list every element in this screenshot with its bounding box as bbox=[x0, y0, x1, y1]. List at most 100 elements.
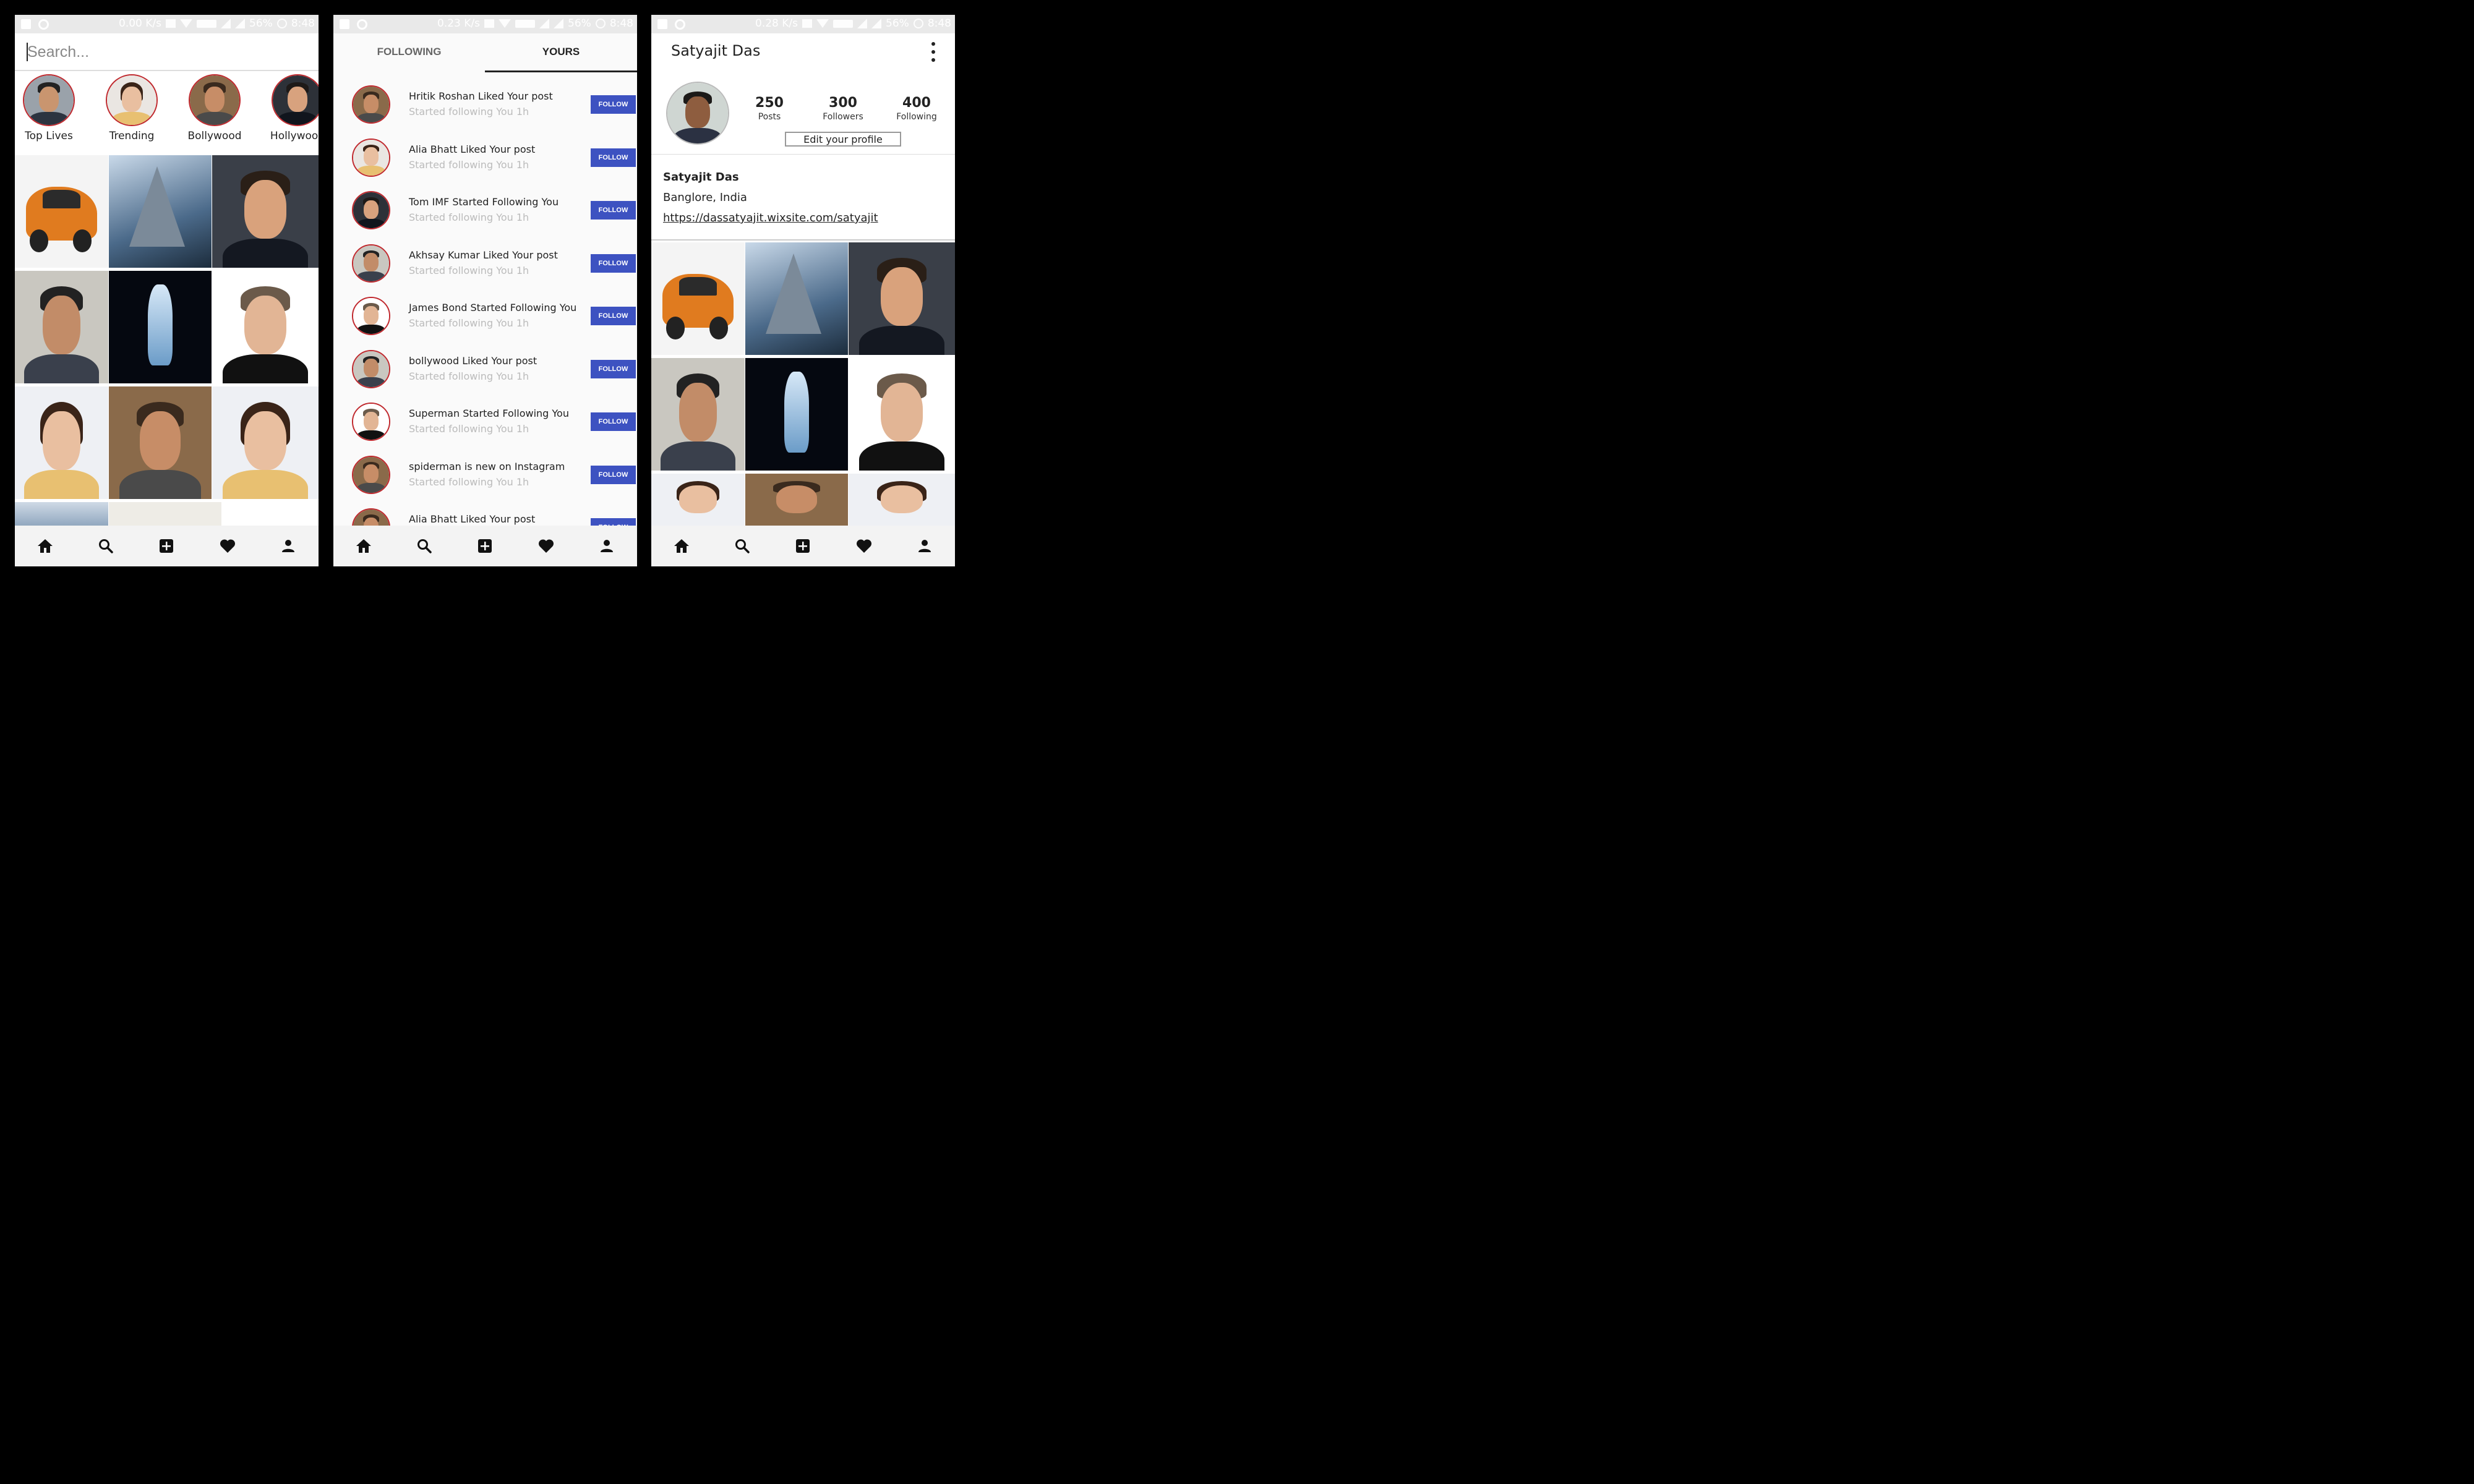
story-bollywood[interactable]: Bollywood bbox=[178, 74, 252, 142]
search-icon[interactable] bbox=[93, 534, 118, 558]
bottom-nav bbox=[333, 526, 637, 566]
follow-button[interactable]: FOLLOW bbox=[591, 95, 636, 114]
volte-icon bbox=[197, 19, 217, 28]
clock: 8:48 bbox=[609, 17, 633, 30]
grid-photo[interactable] bbox=[15, 155, 108, 268]
notification-item[interactable]: Alia Bhatt Liked Your post FOLLOW bbox=[333, 500, 637, 526]
story-avatar bbox=[189, 74, 241, 126]
bio-link[interactable]: https://dassatyajit.wixsite.com/satyajit bbox=[663, 211, 878, 224]
follow-button[interactable]: FOLLOW bbox=[591, 518, 636, 526]
posts-stat[interactable]: 250 Posts bbox=[735, 95, 803, 122]
notification-avatar[interactable] bbox=[352, 349, 390, 388]
notification-avatar[interactable] bbox=[352, 297, 390, 335]
follow-button[interactable]: FOLLOW bbox=[591, 359, 636, 378]
notification-item[interactable]: Akhsay Kumar Liked Your post Started foll… bbox=[333, 236, 637, 289]
grid-photo[interactable] bbox=[849, 242, 955, 355]
image-notification-icon bbox=[340, 19, 349, 29]
follow-button[interactable]: FOLLOW bbox=[591, 307, 636, 325]
notification-avatar[interactable] bbox=[352, 138, 390, 177]
grid-photo[interactable] bbox=[651, 474, 745, 527]
follow-button[interactable]: FOLLOW bbox=[591, 201, 636, 220]
grid-photo[interactable] bbox=[745, 242, 848, 355]
heart-icon[interactable] bbox=[215, 534, 240, 558]
grid-photo[interactable] bbox=[849, 474, 955, 527]
profile-icon[interactable] bbox=[912, 534, 937, 558]
wifi-icon bbox=[816, 19, 829, 28]
grid-photo[interactable] bbox=[212, 271, 319, 383]
follow-button[interactable]: FOLLOW bbox=[591, 148, 636, 167]
grid-photo[interactable] bbox=[15, 386, 108, 499]
notification-item[interactable]: bollywood Liked Your post Started followi… bbox=[333, 341, 637, 394]
grid-photo[interactable] bbox=[109, 155, 212, 268]
grid-photo[interactable] bbox=[745, 358, 848, 471]
grid-photo[interactable] bbox=[849, 358, 955, 471]
notification-title: Tom IMF Started Following You bbox=[409, 196, 559, 208]
add-icon[interactable] bbox=[473, 534, 497, 558]
profile-icon[interactable] bbox=[594, 534, 619, 558]
notification-avatar[interactable] bbox=[352, 244, 390, 283]
follow-button[interactable]: FOLLOW bbox=[591, 465, 636, 484]
follow-button[interactable]: FOLLOW bbox=[591, 412, 636, 431]
add-icon[interactable] bbox=[790, 534, 815, 558]
story-label: Hollywood bbox=[270, 130, 319, 142]
followers-stat[interactable]: 300 Followers bbox=[809, 95, 877, 122]
posts-label: Posts bbox=[758, 112, 781, 122]
grid-photo[interactable] bbox=[212, 155, 319, 268]
add-icon[interactable] bbox=[154, 534, 179, 558]
grid-photo[interactable] bbox=[651, 242, 745, 355]
stories-row: Top Lives Trending Bollywood Hollywood bbox=[15, 74, 319, 155]
edit-profile-button[interactable]: Edit your profile bbox=[785, 132, 901, 147]
grid-photo[interactable] bbox=[109, 502, 221, 527]
grid-photo[interactable] bbox=[212, 386, 319, 499]
more-options-icon[interactable] bbox=[930, 42, 936, 62]
heart-icon[interactable] bbox=[852, 534, 876, 558]
activity-tabs: FOLLOWING YOURS bbox=[333, 33, 637, 72]
notification-avatar[interactable] bbox=[352, 191, 390, 229]
bio-location: Banglore, India bbox=[663, 191, 747, 204]
notification-item[interactable]: James Bond Started Following You Started … bbox=[333, 288, 637, 341]
search-icon[interactable] bbox=[730, 534, 755, 558]
profile-title: Satyajit Das bbox=[671, 42, 761, 59]
notification-item[interactable]: Alia Bhatt Liked Your post Started follow… bbox=[333, 130, 637, 183]
explore-screen: 0.00 K/s 56% 8:48 Top Lives Trending bbox=[15, 15, 319, 566]
notification-avatar[interactable] bbox=[352, 403, 390, 441]
grid-photo[interactable] bbox=[15, 271, 108, 383]
story-top-lives[interactable]: Top Lives bbox=[15, 74, 86, 142]
sync-icon bbox=[38, 19, 49, 30]
following-stat[interactable]: 400 Following bbox=[883, 95, 951, 122]
notification-item[interactable]: Tom IMF Started Following You Started fol… bbox=[333, 182, 637, 236]
notification-subtitle: Started following You 1h bbox=[409, 158, 529, 171]
avatar[interactable] bbox=[666, 82, 729, 145]
notification-item[interactable]: Hritik Roshan Liked Your post Started fol… bbox=[333, 77, 637, 130]
notification-avatar[interactable] bbox=[352, 508, 390, 526]
following-label: Following bbox=[896, 112, 937, 122]
home-icon[interactable] bbox=[351, 534, 376, 558]
home-icon[interactable] bbox=[669, 534, 694, 558]
home-icon[interactable] bbox=[33, 534, 58, 558]
signal-icon bbox=[235, 19, 246, 28]
grid-photo[interactable] bbox=[651, 358, 745, 471]
volte-icon bbox=[515, 19, 536, 28]
profile-icon[interactable] bbox=[276, 534, 301, 558]
story-avatar bbox=[272, 74, 319, 126]
tab-following[interactable]: FOLLOWING bbox=[333, 33, 485, 70]
grid-photo[interactable] bbox=[109, 271, 212, 383]
bottom-nav bbox=[15, 526, 319, 566]
tab-yours[interactable]: YOURS bbox=[485, 33, 637, 72]
notification-item[interactable]: Superman Started Following You Started fo… bbox=[333, 394, 637, 447]
story-avatar bbox=[23, 74, 75, 126]
notification-avatar[interactable] bbox=[352, 85, 390, 124]
search-icon[interactable] bbox=[412, 534, 437, 558]
grid-photo[interactable] bbox=[15, 502, 108, 527]
follow-button[interactable]: FOLLOW bbox=[591, 254, 636, 273]
grid-photo[interactable] bbox=[109, 386, 212, 499]
search-input[interactable] bbox=[27, 40, 275, 64]
notification-avatar[interactable] bbox=[352, 455, 390, 494]
story-trending[interactable]: Trending bbox=[95, 74, 169, 142]
notification-item[interactable]: spiderman is new on Instagram Started fol… bbox=[333, 447, 637, 500]
story-hollywood[interactable]: Hollywood bbox=[260, 74, 319, 142]
grid-photo[interactable] bbox=[745, 474, 848, 527]
heart-icon[interactable] bbox=[534, 534, 559, 558]
story-avatar bbox=[106, 74, 158, 126]
notification-subtitle: Started following You 1h bbox=[409, 211, 529, 223]
